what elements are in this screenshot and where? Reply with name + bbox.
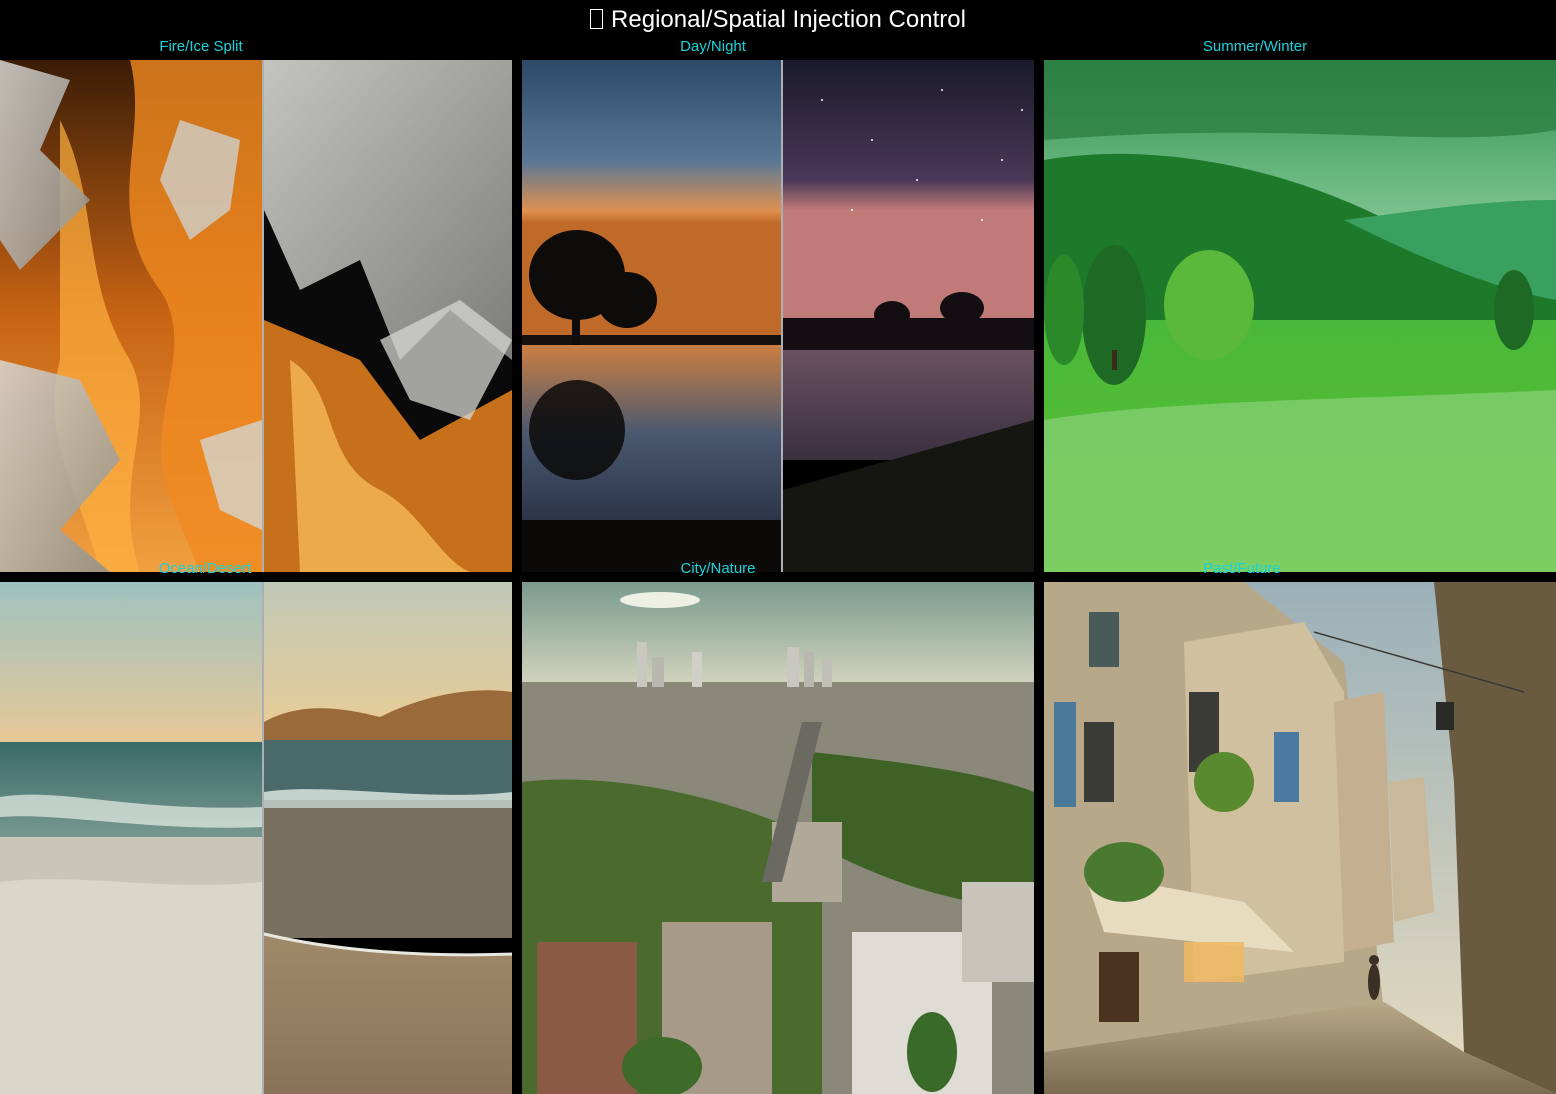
panel-summer-winter <box>1044 60 1556 572</box>
panel-city-nature <box>522 582 1034 1094</box>
city-nature-image <box>522 582 1034 1094</box>
panel-ocean-desert <box>0 582 512 1094</box>
caption-past-future: Past/Future <box>1203 560 1281 577</box>
caption-city-nature: City/Nature <box>680 560 756 577</box>
panel-day-night <box>522 60 1034 572</box>
panel-past-future <box>1044 582 1556 1094</box>
fire-ice-image <box>0 60 512 572</box>
caption-ocean-desert: Ocean/Desert <box>158 560 252 577</box>
day-night-image <box>522 60 1034 572</box>
caption-day-night: Day/Night <box>680 38 746 55</box>
page-title-text: Regional/Spatial Injection Control <box>611 6 966 33</box>
panel-fire-ice <box>0 60 512 572</box>
caption-fire-ice: Fire/Ice Split <box>159 38 243 55</box>
box-glyph-icon <box>590 9 604 29</box>
caption-summer-winter: Summer/Winter <box>1202 38 1308 55</box>
summer-winter-image <box>1044 60 1556 572</box>
ocean-desert-image <box>0 582 512 1094</box>
past-future-image <box>1044 582 1556 1094</box>
page-title: Regional/Spatial Injection Control <box>0 4 1556 36</box>
